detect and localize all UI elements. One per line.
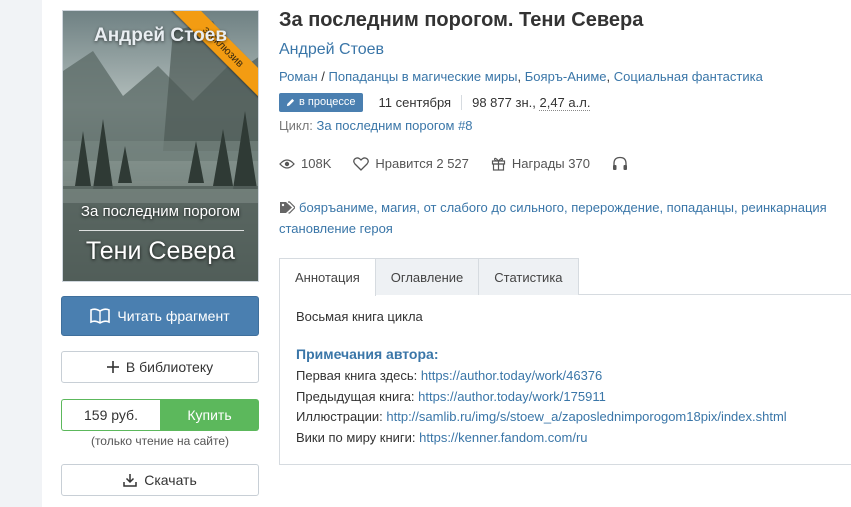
buy-note: (только чтение на сайте) — [90, 434, 230, 448]
size-al: 2,47 а.л. — [539, 94, 591, 111]
publish-date: 11 сентября — [369, 94, 463, 110]
read-fragment-button[interactable]: Читать фрагмент — [61, 296, 259, 336]
cover-title: Тени Севера — [85, 237, 236, 265]
note-link[interactable]: https://kenner.fandom.com/ru — [419, 430, 587, 445]
awards-count: Награды 370 — [511, 156, 590, 171]
book-title: За последним порогом. Тени Севера — [279, 9, 644, 31]
book-page: эксклюзив Андрей Стоев За последним поро… — [42, 0, 851, 507]
tag-list: бояръаниме, магия, от слабого до сильног… — [279, 197, 851, 241]
note-line: Первая книга здесь: https://author.today… — [296, 366, 835, 387]
price-label: 159 руб. — [61, 399, 160, 431]
author-notes-title: Примечания автора: — [296, 346, 439, 362]
size-chars: 98 877 зн., — [472, 94, 536, 110]
status-badge: в процессе — [279, 92, 363, 112]
genre-link[interactable]: Социальная фантастика — [614, 69, 763, 84]
genre-list: Роман / Попаданцы в магические миры, Боя… — [279, 69, 763, 84]
likes-stat[interactable]: Нравится 2 527 — [353, 156, 469, 171]
heart-icon — [353, 156, 370, 171]
author-link[interactable]: Андрей Стоев — [279, 41, 384, 59]
download-label: Скачать — [144, 472, 197, 488]
cycle-info: Цикл: За последним порогом #8 — [279, 118, 473, 133]
note-label: Вики по миру книги: — [296, 429, 416, 445]
note-line: Иллюстрации: http://samlib.ru/img/s/stoe… — [296, 407, 835, 428]
plus-icon — [106, 361, 119, 373]
download-button[interactable]: Скачать — [61, 464, 259, 496]
annotation-text: Восьмая книга цикла — [296, 309, 423, 324]
cycle-label: Цикл: — [279, 118, 313, 133]
eye-icon — [279, 158, 295, 169]
book-stats: 108K Нравится 2 527 Награды 370 — [279, 156, 656, 171]
add-to-library-button[interactable]: В библиотеку — [61, 351, 259, 383]
cover-divider — [79, 230, 244, 231]
cover-series: За последним порогом — [80, 203, 241, 220]
cycle-link[interactable]: За последним порогом #8 — [317, 118, 473, 133]
book-size: 98 877 зн., 2,47 а.л. — [462, 94, 600, 111]
book-cover[interactable]: эксклюзив Андрей Стоев За последним поро… — [62, 10, 259, 282]
genre-link[interactable]: Роман — [279, 69, 318, 84]
note-label: Предыдущая книга: — [296, 388, 415, 404]
annotation-panel: Восьмая книга цикла Примечания автора: П… — [279, 295, 851, 465]
tags-line-1[interactable]: бояръаниме, магия, от слабого до сильног… — [299, 200, 827, 215]
genre-link[interactable]: Бояръ-Аниме — [525, 69, 607, 84]
cover-author: Андрей Стоев — [93, 25, 228, 46]
views-stat: 108K — [279, 156, 331, 171]
likes-count: Нравится 2 527 — [375, 156, 469, 171]
status-label: в процессе — [299, 96, 356, 108]
awards-stat[interactable]: Награды 370 — [491, 156, 590, 171]
genre-link[interactable]: Попаданцы в магические миры — [329, 69, 518, 84]
tags-icon — [280, 201, 295, 214]
book-tabs: Аннотация Оглавление Статистика — [279, 258, 851, 296]
add-to-library-label: В библиотеку — [125, 359, 214, 375]
tab-statistics[interactable]: Статистика — [478, 258, 579, 295]
tab-contents[interactable]: Оглавление — [374, 258, 480, 295]
note-link[interactable]: https://author.today/work/175911 — [418, 389, 606, 404]
note-line: Предыдущая книга: https://author.today/w… — [296, 387, 835, 408]
tab-annotation[interactable]: Аннотация — [279, 258, 376, 296]
tags-line-2[interactable]: становление героя — [279, 218, 851, 239]
download-icon — [123, 474, 137, 487]
purchase-group: 159 руб. Купить — [61, 399, 259, 431]
headphones-icon — [612, 156, 627, 170]
pencil-icon — [286, 98, 295, 106]
note-line: Вики по миру книги: https://kenner.fando… — [296, 428, 835, 449]
note-link[interactable]: http://samlib.ru/img/s/stoew_a/zaposledn… — [386, 409, 786, 424]
audio-stat[interactable] — [612, 156, 634, 171]
note-link[interactable]: https://author.today/work/46376 — [421, 368, 602, 383]
read-fragment-label: Читать фрагмент — [117, 308, 230, 324]
buy-button[interactable]: Купить — [160, 399, 259, 431]
book-open-icon — [90, 308, 111, 324]
note-label: Первая книга здесь: — [296, 368, 418, 383]
gift-icon — [491, 157, 505, 171]
views-count: 108K — [301, 156, 332, 171]
note-label: Иллюстрации: — [296, 409, 383, 424]
book-meta: в процессе 11 сентября 98 877 зн., 2,47 … — [279, 92, 600, 112]
